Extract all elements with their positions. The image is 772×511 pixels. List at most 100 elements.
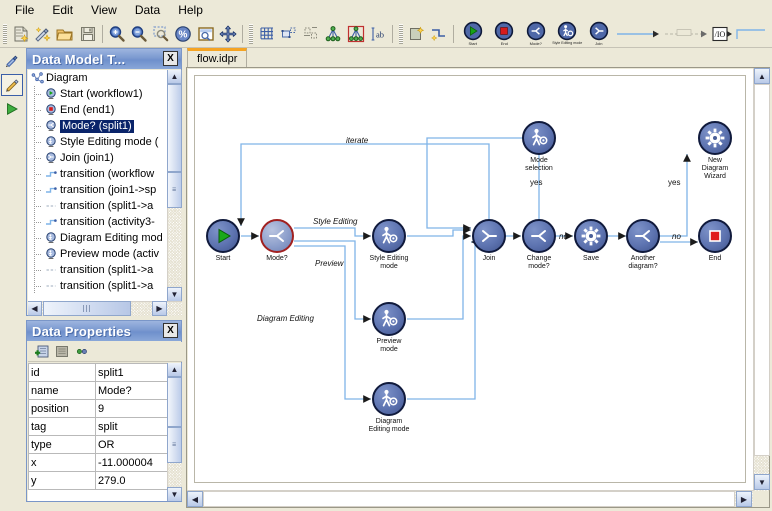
tree-layout-selected-icon[interactable] [345, 22, 367, 46]
tree-item-transition[interactable]: transition (split1->a [28, 198, 166, 214]
split-node-circle[interactable] [522, 219, 556, 253]
tree-scroll-right-button[interactable]: ▶ [152, 301, 167, 316]
props-panel-close-button[interactable]: X [163, 323, 178, 338]
pan-move-icon[interactable] [217, 22, 239, 46]
split-node-circle[interactable] [626, 219, 660, 253]
tree-item-preview-mode[interactable]: Preview mode (activ [28, 246, 166, 262]
table-row[interactable]: id split1 [29, 364, 175, 382]
tree-scroll-down-button[interactable]: ▼ [167, 287, 182, 302]
toggle-dots-icon[interactable] [72, 343, 92, 361]
tool-run[interactable] [1, 98, 23, 120]
properties-scroll-thumb-grip[interactable]: ≡ [167, 427, 182, 463]
table-row[interactable]: position 9 [29, 400, 175, 418]
diagram-canvas[interactable]: Start Mode? [188, 69, 753, 491]
canvas-scroll-down-button[interactable]: ▼ [754, 474, 770, 490]
property-value[interactable]: 279.0 [96, 472, 175, 490]
canvas-vertical-scroll-track[interactable] [754, 84, 770, 456]
tree-item-transition[interactable]: transition (join1->sp [28, 182, 166, 198]
toolbar-grip[interactable] [399, 24, 403, 44]
tree-item-diagram-editing-mode[interactable]: Diagram Editing mod [28, 230, 166, 246]
end-node-circle[interactable] [698, 219, 732, 253]
toolbar-grip[interactable] [249, 24, 253, 44]
property-value[interactable]: split1 [96, 364, 175, 382]
tree-horizontal-scrollbar[interactable]: ◀ ||| ▶ [28, 301, 182, 316]
split-node-circle[interactable] [260, 219, 294, 253]
canvas-scroll-right-button[interactable]: ▶ [736, 491, 752, 507]
properties-scroll-down-button[interactable]: ▼ [167, 487, 182, 501]
connector-io-icon[interactable]: /IO [711, 22, 735, 46]
connector-orthogonal-icon[interactable] [735, 22, 772, 46]
tree-vertical-scroll-thumb-grip[interactable]: ≡ [167, 172, 182, 208]
align-nodes-icon[interactable] [278, 22, 300, 46]
canvas-horizontal-scrollbar[interactable]: ◀ ▶ [187, 490, 753, 507]
property-value[interactable]: 9 [96, 400, 175, 418]
zoom-fit-icon[interactable] [195, 22, 217, 46]
property-value[interactable]: Mode? [96, 382, 175, 400]
tree-item-transition[interactable]: transition (split1->a [28, 262, 166, 278]
save-node-circle[interactable] [574, 219, 608, 253]
table-row[interactable]: type OR [29, 436, 175, 454]
activity-node-circle[interactable] [372, 219, 406, 253]
tree-layout-icon[interactable] [322, 22, 344, 46]
new-node-icon[interactable] [406, 22, 428, 46]
canvas-horizontal-scroll-track[interactable] [203, 491, 735, 507]
table-row[interactable]: y 279.0 [29, 472, 175, 490]
new-transition-icon[interactable] [428, 22, 450, 46]
table-row[interactable]: tag split [29, 418, 175, 436]
tree-scroll-left-button[interactable]: ◀ [28, 301, 42, 316]
tool-pencil[interactable] [1, 74, 23, 96]
canvas-scroll-left-button[interactable]: ◀ [187, 491, 203, 507]
property-value[interactable]: OR [96, 436, 175, 454]
new-document-icon[interactable] [10, 22, 32, 46]
activity-node-circle[interactable] [522, 121, 556, 155]
activity-node-circle[interactable] [372, 302, 406, 336]
connector-labelled-icon[interactable] [663, 22, 711, 46]
properties-vertical-scrollbar[interactable]: ▲ ≡ ▼ [167, 363, 182, 501]
canvas-scroll-up-button[interactable]: ▲ [754, 68, 770, 84]
tree-panel-titlebar[interactable]: Data Model T... X [27, 49, 181, 69]
properties-scroll-up-button[interactable]: ▲ [167, 363, 182, 377]
property-value[interactable]: -11.000004 [96, 454, 175, 472]
label-text-icon[interactable]: ab [367, 22, 389, 46]
palette-end-button[interactable]: End [489, 21, 521, 47]
props-panel-titlebar[interactable]: Data Properties X [27, 321, 181, 341]
join-node-circle[interactable] [472, 219, 506, 253]
zoom-out-icon[interactable] [128, 22, 150, 46]
tree-horizontal-scroll-thumb[interactable]: ||| [43, 301, 131, 316]
toolbar-grip[interactable] [3, 24, 7, 44]
property-value[interactable]: split [96, 418, 175, 436]
menu-item-help[interactable]: Help [169, 1, 212, 19]
palette-start-button[interactable]: Start [457, 21, 489, 47]
activity-node-circle[interactable] [372, 382, 406, 416]
add-property-icon[interactable] [32, 343, 52, 361]
tree-vertical-scroll-thumb[interactable] [167, 84, 182, 172]
table-row[interactable]: x -11.000004 [29, 454, 175, 472]
menu-item-file[interactable]: File [6, 1, 43, 19]
canvas-vertical-scrollbar[interactable]: ▲ ▼ [753, 68, 769, 491]
menu-item-view[interactable]: View [82, 1, 126, 19]
diagram-page[interactable]: Start Mode? [194, 75, 746, 483]
save-disk-icon[interactable] [76, 22, 98, 46]
tree-item-style-editing-mode[interactable]: Style Editing mode ( [28, 134, 166, 150]
menu-item-data[interactable]: Data [126, 1, 169, 19]
connector-plain-icon[interactable] [615, 22, 663, 46]
remove-property-icon[interactable] [52, 343, 72, 361]
wizard-node-circle[interactable] [698, 121, 732, 155]
tree-item-mode-split1[interactable]: Mode? (split1) [28, 118, 166, 134]
tree-root-item[interactable]: Diagram [28, 70, 166, 86]
table-row[interactable]: name Mode? [29, 382, 175, 400]
tree-panel-close-button[interactable]: X [163, 51, 178, 66]
tree-item-transition[interactable]: transition (activity3- [28, 214, 166, 230]
distribute-nodes-icon[interactable] [300, 22, 322, 46]
new-wizard-icon[interactable] [32, 22, 54, 46]
zoom-in-icon[interactable] [106, 22, 128, 46]
grid-icon[interactable] [256, 22, 278, 46]
tree-vertical-scrollbar[interactable]: ▲ ≡ ▼ [167, 70, 182, 301]
zoom-percent-icon[interactable]: % [172, 22, 194, 46]
zoom-selection-icon[interactable] [150, 22, 172, 46]
tool-select-arrow[interactable] [1, 50, 23, 72]
tab-flow-idpr[interactable]: flow.idpr [187, 48, 247, 67]
tree-item-start[interactable]: Start (workflow1) [28, 86, 166, 102]
palette-style-editing-mode-button[interactable]: Style Editing mode [552, 21, 584, 47]
tree-item-transition[interactable]: transition (workflow [28, 166, 166, 182]
